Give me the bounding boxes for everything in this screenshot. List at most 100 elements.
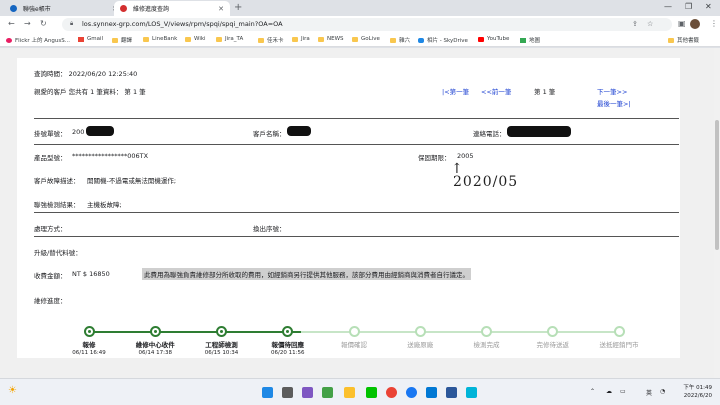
prev-record-link[interactable]: <<前一筆 (481, 86, 511, 96)
divider (34, 212, 679, 213)
next-record-link[interactable]: 下一筆>> (597, 86, 627, 96)
bookmark-item[interactable]: 地圖 (520, 36, 540, 44)
bookmark-star-icon[interactable]: ☆ (647, 20, 653, 28)
chrome-icon[interactable] (386, 387, 397, 398)
replaced-serial-label: 換出序號： (253, 225, 286, 233)
tab-title: 聯強e帳市 (23, 6, 51, 13)
edge-icon[interactable] (426, 387, 437, 398)
bookmark-item[interactable]: 相片 - SkyDrive (418, 36, 468, 44)
fee-note: 此費用為聯強負責維修部分所收取的費用，如經銷商另行提供其他服務，該部分費用由經銷… (142, 268, 471, 280)
lock-icon: 🔒︎ (70, 20, 74, 27)
bookmark-item[interactable]: NEWS (318, 36, 344, 42)
tab-title: 維修進度查詢 (133, 6, 170, 13)
ticket-value: 200 (72, 128, 85, 136)
facebook-icon[interactable] (406, 387, 417, 398)
tray-chevron-icon[interactable]: ⌃ (590, 388, 595, 395)
youtube-icon (478, 36, 484, 42)
bookmark-item[interactable]: Gmail (78, 36, 103, 42)
word-icon[interactable] (446, 387, 457, 398)
avatar[interactable] (690, 19, 700, 29)
gmail-icon (78, 36, 84, 42)
url-text[interactable]: los.synnex-grp.com/LOS_V/views/rpm/spqi/… (82, 20, 283, 28)
folder-icon (143, 36, 149, 42)
fault-label: 客戶故障描述： (34, 177, 80, 185)
tab-strip: 聯強e帳市 ✕ 維修進度查詢 ✕ + — ❐ ✕ (0, 0, 720, 16)
tab-active[interactable]: 維修進度查詢 ✕ (114, 1, 230, 16)
forward-icon[interactable]: → (24, 19, 31, 28)
bookmark-item[interactable]: 翻譯 (112, 36, 132, 44)
step-complete-icon (216, 326, 227, 337)
flickr-icon (6, 37, 12, 43)
clock-time: 下午 01:49 (683, 385, 712, 391)
other-bookmarks[interactable]: 其他書籤 (668, 36, 699, 44)
handling-label: 處理方式： (34, 225, 67, 233)
folder-icon (318, 36, 324, 42)
back-icon[interactable]: ← (8, 19, 15, 28)
line-app-icon[interactable] (366, 387, 377, 398)
reload-icon[interactable]: ↻ (40, 19, 47, 28)
wifi-icon[interactable]: ◔ (660, 388, 665, 395)
search-icon[interactable] (282, 387, 293, 398)
tab-inactive[interactable]: 聯強e帳市 ✕ (4, 1, 124, 16)
extensions-icon[interactable]: ▣ (678, 19, 686, 28)
folder-icon (390, 37, 396, 43)
clock-date: 2022/6/20 (683, 393, 712, 399)
menu-icon[interactable]: ⋮ (710, 19, 718, 28)
bookmark-item[interactable]: 佳禾卡 (258, 36, 284, 44)
site-favicon-icon (10, 5, 17, 12)
redaction-mark (86, 126, 114, 136)
upgrade-label: 升級/替代料號： (34, 249, 82, 257)
folder-icon (352, 36, 358, 42)
cloud-tray-icon[interactable]: ☁ (606, 388, 612, 395)
divider (34, 236, 679, 237)
bookmark-item[interactable]: Flickr 上的 AngusS... (6, 36, 70, 44)
customer-summary: 親愛的客戶 您共有 1 筆資料： 第 1 筆 (34, 88, 146, 96)
redaction-mark (287, 126, 311, 136)
current-record: 第 1 筆 (534, 88, 556, 96)
bookmark-item[interactable]: 雜六 (390, 36, 410, 44)
widgets-icon[interactable] (322, 387, 333, 398)
bookmark-item[interactable]: GoLive (352, 36, 380, 42)
new-tab-icon[interactable]: + (234, 2, 242, 13)
bookmark-item[interactable]: LineBank (143, 36, 177, 42)
file-explorer-icon[interactable] (344, 387, 355, 398)
share-icon[interactable]: ⇪ (632, 20, 638, 28)
bookmark-item[interactable]: Jira_TA (216, 36, 243, 42)
bookmark-item[interactable]: YouTube (478, 36, 509, 42)
start-icon[interactable] (262, 387, 273, 398)
model-label: 產品型號： (34, 154, 67, 162)
cloud-icon (418, 37, 424, 43)
app-icon[interactable] (466, 387, 477, 398)
step-pending-icon (547, 326, 559, 337)
last-record-link[interactable]: 最後一筆>| (597, 98, 631, 108)
folder-icon (216, 36, 222, 42)
clock[interactable]: 下午 01:49 2022/6/20 (683, 384, 712, 400)
minimize-icon[interactable]: — (664, 2, 672, 11)
close-tab-icon[interactable]: ✕ (218, 5, 224, 13)
step-date: 06/20 11:56 (271, 350, 305, 356)
site-favicon-icon (120, 5, 127, 12)
battery-icon: ▭ (620, 388, 626, 395)
fee-value: NT $ 16850 (72, 270, 110, 278)
folder-icon (292, 36, 298, 42)
fault-value: 開關機-不過電或無法開機運作; (87, 177, 177, 185)
model-value: *****************006TX (72, 152, 149, 160)
restore-icon[interactable]: ❐ (685, 2, 692, 11)
weather-icon[interactable]: ☀ (8, 385, 17, 396)
address-bar[interactable]: 🔒︎ los.synnex-grp.com/LOS_V/views/rpm/sp… (62, 18, 672, 31)
task-view-icon[interactable] (302, 387, 313, 398)
window-close-icon[interactable]: ✕ (705, 2, 712, 11)
page-content: 查詢時間： 2022/06/20 12:25:40 親愛的客戶 您共有 1 筆資… (0, 48, 720, 378)
step-complete-icon (149, 326, 161, 337)
divider (34, 144, 679, 145)
bookmark-item[interactable]: Wiki (185, 36, 206, 42)
scrollbar-thumb[interactable] (715, 120, 719, 250)
progress-label: 維修進度： (34, 297, 67, 305)
step-pending-icon (613, 326, 625, 337)
bookmark-item[interactable]: Jira (292, 36, 310, 42)
customer-label: 客戶名稱： (253, 130, 286, 138)
step-pending-icon (414, 326, 426, 337)
first-record-link[interactable]: |<第一筆 (442, 86, 469, 96)
language-indicator[interactable]: 英 (646, 388, 652, 397)
step-complete-icon (282, 326, 294, 337)
